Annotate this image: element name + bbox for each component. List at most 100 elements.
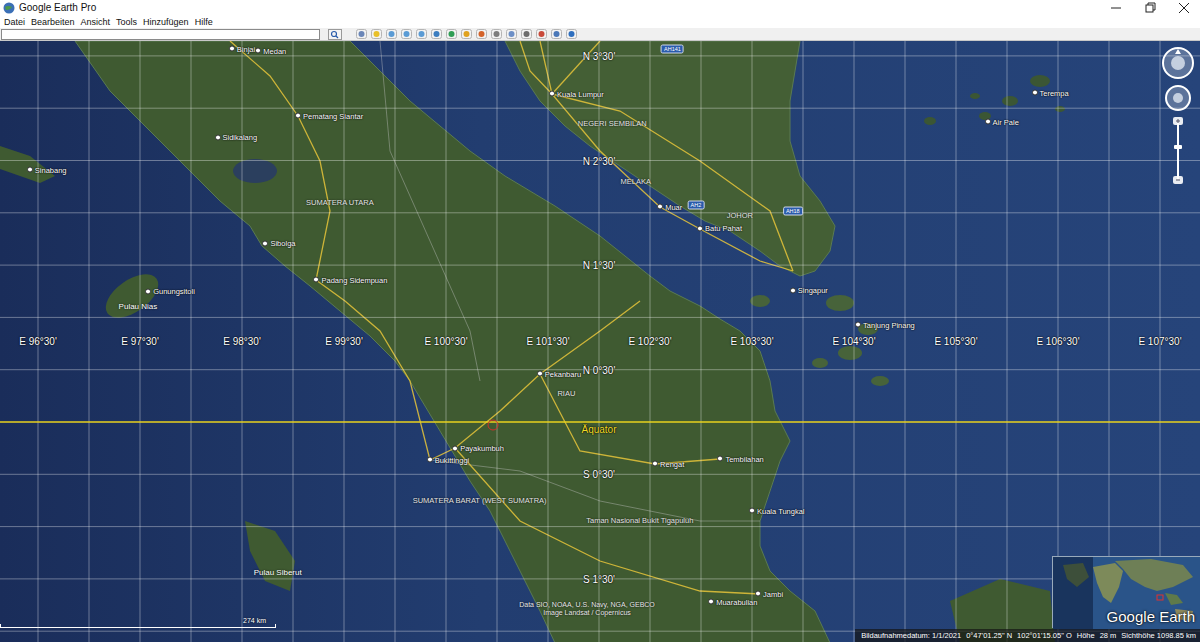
- meridian-line: [599, 41, 600, 642]
- region-label: Taman Nasional Bukit Tigapuluh: [586, 516, 693, 525]
- parallel-label: N 2°30': [583, 155, 616, 166]
- city-dot-icon: [652, 461, 658, 467]
- print-icon[interactable]: [521, 29, 532, 39]
- road: [520, 41, 552, 94]
- city-placemark[interactable]: Pematang Siantar: [295, 111, 363, 120]
- anambas-island: [1055, 106, 1065, 112]
- polygon-icon[interactable]: [386, 29, 397, 39]
- history-icon[interactable]: [446, 29, 457, 39]
- google-maps-icon[interactable]: [536, 29, 547, 39]
- parallel-label: S 0°30': [583, 469, 615, 480]
- menu-item[interactable]: Datei: [4, 16, 25, 28]
- search-icon[interactable]: [328, 29, 342, 40]
- zoom-slider-icon[interactable]: [1173, 117, 1183, 184]
- menu-item[interactable]: Bearbeiten: [31, 16, 75, 28]
- island-label: Pulau Nias: [119, 301, 158, 310]
- planets-icon[interactable]: [476, 29, 487, 39]
- city-label: Jambi: [763, 589, 783, 598]
- city-placemark[interactable]: Batu Pahat: [697, 224, 742, 233]
- equator-label: Äquator: [581, 424, 616, 435]
- email-icon[interactable]: [506, 29, 517, 39]
- region-label: JOHOR: [727, 210, 753, 219]
- city-placemark[interactable]: Gunungsitoli: [145, 287, 195, 296]
- meridian-label: E 104°30': [832, 336, 875, 347]
- city-placemark[interactable]: Sidikalang: [215, 133, 258, 142]
- city-placemark[interactable]: Padang Sidempuan: [313, 275, 387, 284]
- meridian-line: [497, 41, 498, 642]
- city-label: Bukittinggi: [435, 455, 470, 464]
- ocean: [0, 41, 1200, 642]
- meridian-line: [1109, 41, 1110, 642]
- city-placemark[interactable]: Tembilahan: [717, 454, 763, 463]
- menu-item[interactable]: Tools: [116, 16, 137, 28]
- city-label: Terempa: [1040, 88, 1069, 97]
- menu-item[interactable]: Hinzufügen: [143, 16, 189, 28]
- ruler-icon[interactable]: [491, 29, 502, 39]
- city-placemark[interactable]: Rengat: [652, 459, 684, 468]
- globe-icon[interactable]: [566, 29, 577, 39]
- city-placemark[interactable]: Kuala Lumpur: [549, 89, 604, 98]
- city-placemark[interactable]: Air Pale: [985, 117, 1019, 126]
- restore-icon[interactable]: [1134, 0, 1166, 16]
- city-placemark[interactable]: Tanjung Pinang: [855, 320, 915, 329]
- menu-item[interactable]: Hilfe: [195, 16, 213, 28]
- close-icon[interactable]: [1168, 0, 1200, 16]
- city-dot-icon: [427, 457, 433, 463]
- road-shield: AH2: [688, 201, 705, 210]
- elevation-value: 28 m: [1100, 631, 1117, 640]
- road: [540, 41, 793, 271]
- sunlight-icon[interactable]: [461, 29, 472, 39]
- city-placemark[interactable]: Muarabulian: [708, 597, 757, 606]
- menu-item[interactable]: Ansicht: [81, 16, 111, 28]
- city-dot-icon: [145, 288, 151, 294]
- image-date: Bildaufnahmedatum: 1/1/2021: [861, 631, 961, 640]
- look-joystick-icon[interactable]: [1166, 86, 1190, 110]
- parallel-label: S 1°30': [583, 573, 615, 584]
- placemark-icon[interactable]: [371, 29, 382, 39]
- city-dot-icon: [452, 445, 458, 451]
- sidebar-icon[interactable]: [356, 29, 367, 39]
- riau-island: [812, 358, 828, 368]
- equator-line: [0, 421, 1200, 422]
- city-placemark[interactable]: Binjai: [229, 44, 255, 53]
- parallel-label: N 0°30': [583, 364, 616, 375]
- city-label: Muarabulian: [716, 597, 757, 606]
- eye-altitude: Sichthöhe 1098.85 km: [1121, 631, 1196, 640]
- city-placemark[interactable]: Jambi: [755, 589, 783, 598]
- meridian-line: [803, 41, 804, 642]
- city-dot-icon: [295, 113, 301, 119]
- search-field[interactable]: [1, 29, 320, 40]
- city-placemark[interactable]: Muar: [657, 202, 682, 211]
- record-tour-icon[interactable]: [431, 29, 442, 39]
- image-overlay-icon[interactable]: [416, 29, 427, 39]
- map-view[interactable]: E 96°30'E 97°30'E 98°30'E 99°30'E 100°30…: [0, 41, 1200, 642]
- path-icon[interactable]: [401, 29, 412, 39]
- window-title: Google Earth Pro: [19, 0, 96, 16]
- city-dot-icon: [985, 119, 991, 125]
- tool-buttons: [356, 29, 577, 39]
- riau-island: [838, 346, 862, 360]
- city-placemark[interactable]: Sibolga: [262, 239, 295, 248]
- status-bar: Bildaufnahmedatum: 1/1/2021 0°47'01.25" N…: [855, 629, 1200, 642]
- city-placemark[interactable]: Medan: [255, 46, 286, 55]
- city-placemark[interactable]: Sinabang: [27, 165, 67, 174]
- city-placemark[interactable]: Singapur: [790, 286, 828, 295]
- road-shield: AH18: [783, 206, 803, 215]
- road: [230, 41, 540, 460]
- overview-map[interactable]: Google Earth: [1052, 556, 1200, 628]
- riau-island: [750, 295, 770, 307]
- city-placemark[interactable]: Terempa: [1032, 88, 1069, 97]
- minimize-icon[interactable]: [1100, 0, 1132, 16]
- cursor-latitude: 0°47'01.25" N: [966, 631, 1012, 640]
- parallel-line: [0, 317, 1200, 318]
- save-image-icon[interactable]: [551, 29, 562, 39]
- city-placemark[interactable]: Kuala Tungkal: [749, 506, 805, 515]
- title-bar: Google Earth Pro: [0, 0, 1200, 16]
- parallel-label: N 1°30': [583, 260, 616, 271]
- city-placemark[interactable]: Payakumbuh: [452, 444, 504, 453]
- city-placemark[interactable]: Bukittinggi: [427, 455, 470, 464]
- meridian-label: E 102°30': [628, 336, 671, 347]
- compass-icon[interactable]: [1163, 48, 1193, 78]
- city-placemark[interactable]: Pekanbaru: [537, 369, 581, 378]
- scale-label: 274 km: [243, 617, 276, 624]
